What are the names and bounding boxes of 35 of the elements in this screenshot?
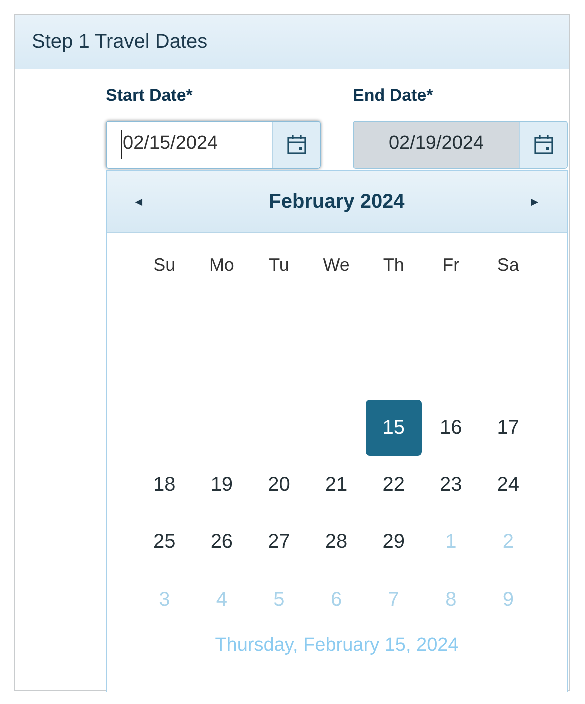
day-cell[interactable]: 16	[423, 400, 480, 456]
date-field[interactable]: 02/15/2024	[106, 120, 321, 168]
day-cell[interactable]: 29	[366, 514, 422, 570]
weekday-label: Mo	[208, 254, 236, 276]
day-cell[interactable]: 25	[136, 514, 193, 570]
selected-date-text: Thursday, February 15, 2024	[215, 634, 459, 658]
weekday-label: Fr	[442, 254, 461, 276]
day-cell[interactable]: 27	[251, 514, 308, 570]
weekday-label: We	[322, 254, 351, 276]
month-title: February 2024	[269, 190, 405, 214]
date-value: 02/19/2024	[388, 132, 484, 156]
day-cell[interactable]: 26	[194, 514, 250, 570]
weekday-label: Tu	[268, 254, 290, 276]
calendar-button[interactable]	[272, 122, 320, 168]
previous-month-button[interactable]: ◄	[127, 192, 151, 210]
panel-title: Step 1 Travel Dates	[32, 30, 208, 55]
calendar-icon	[532, 134, 554, 156]
day-cell[interactable]: 22	[366, 457, 422, 514]
date-value: 02/15/2024	[121, 130, 218, 159]
day-cell[interactable]: 19	[194, 457, 250, 514]
weekday-label: Sa	[496, 254, 520, 276]
day-cell[interactable]: 17	[480, 400, 536, 456]
day-cell[interactable]: 23	[423, 457, 480, 514]
weekday-label: Su	[152, 254, 177, 276]
day-cell[interactable]: 20	[251, 457, 308, 514]
day-cell[interactable]: 28	[308, 514, 365, 570]
day-cell[interactable]: 18	[136, 457, 193, 514]
day-cell[interactable]: 15	[366, 400, 422, 456]
day-cell[interactable]: 24	[480, 457, 536, 514]
field-label: End Date*	[353, 85, 434, 107]
calendar-icon	[286, 134, 308, 156]
weekday-label: Th	[382, 254, 406, 276]
day-cell[interactable]: 21	[308, 457, 365, 514]
next-month-button[interactable]: ►	[522, 192, 547, 210]
field-label: Start Date*	[106, 85, 194, 107]
